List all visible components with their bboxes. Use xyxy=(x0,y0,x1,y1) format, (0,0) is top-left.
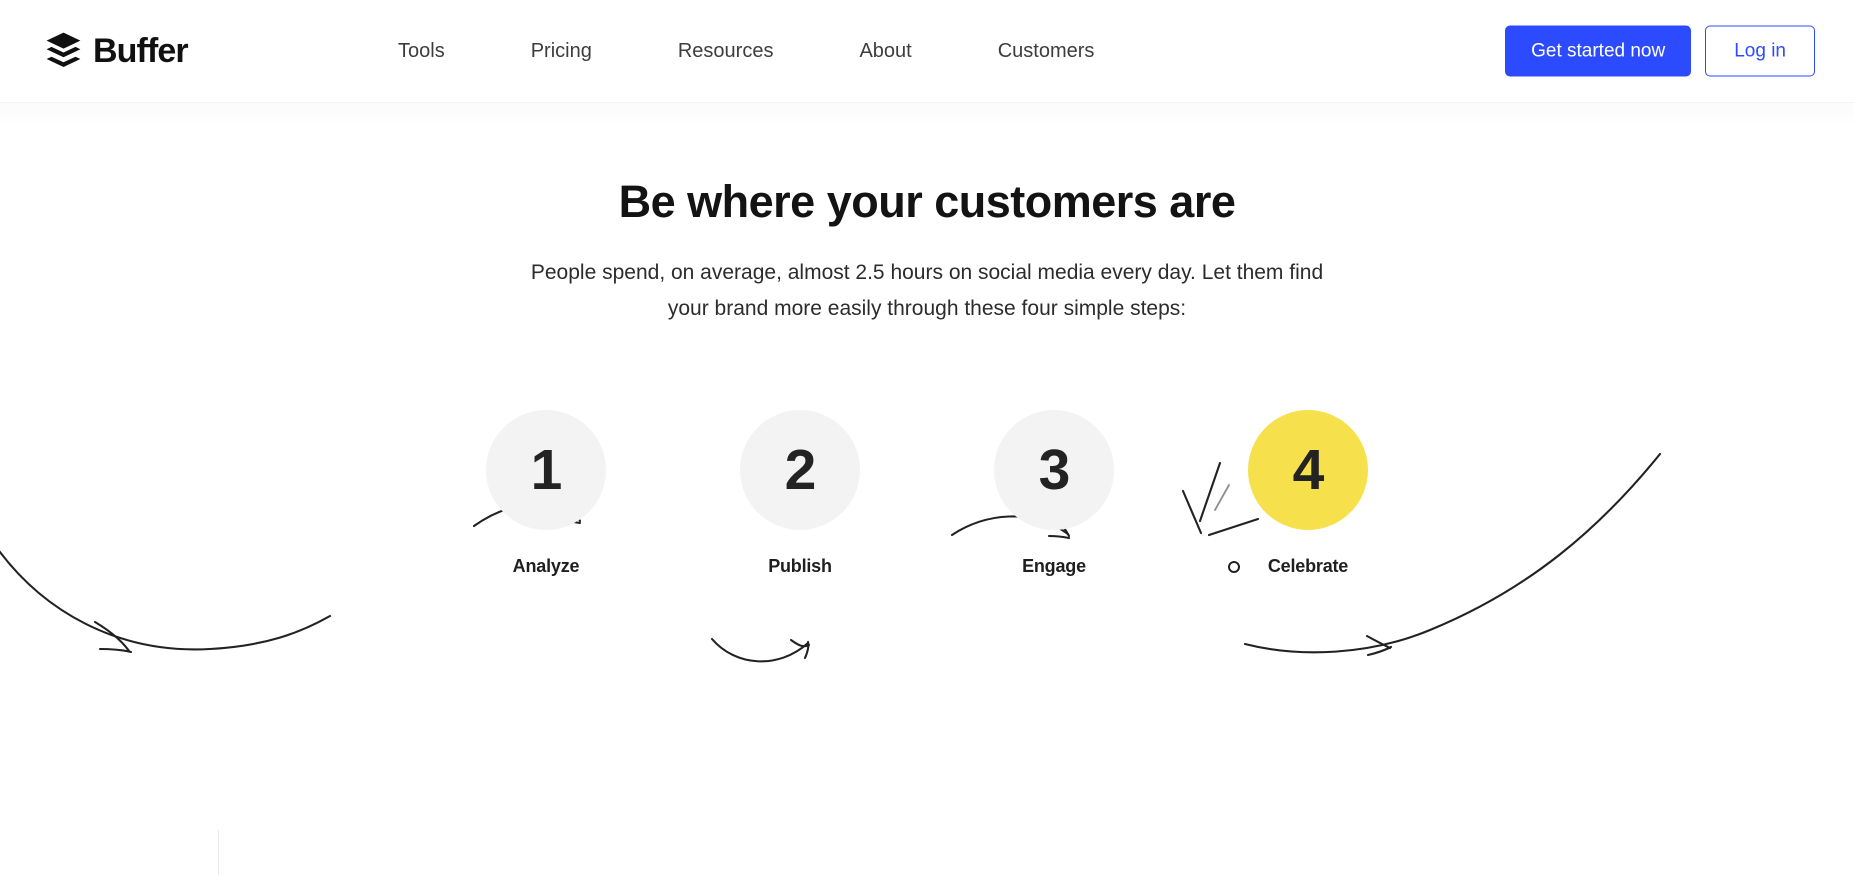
nav-item-about[interactable]: About xyxy=(859,31,911,71)
curved-arrow-two-to-three-icon xyxy=(710,637,811,663)
nav-item-tools[interactable]: Tools xyxy=(398,31,445,71)
step-item-celebrate[interactable]: 4 Celebrate xyxy=(1226,410,1390,577)
buffer-stacked-layers-icon xyxy=(45,31,82,71)
nav-item-pricing[interactable]: Pricing xyxy=(531,31,592,71)
step-item-engage[interactable]: 3 Engage xyxy=(972,410,1136,577)
page-root: Buffer Tools Pricing Resources About Cus… xyxy=(0,0,1854,875)
header-shadow-fade xyxy=(0,103,1854,125)
log-in-button[interactable]: Log in xyxy=(1705,25,1815,77)
main-navigation: Tools Pricing Resources About Customers xyxy=(398,31,1094,71)
step-item-analyze[interactable]: 1 Analyze xyxy=(464,410,628,577)
step-number-badge: 2 xyxy=(740,410,860,530)
step-label: Analyze xyxy=(512,556,580,576)
step-label: Publish xyxy=(768,556,832,576)
step-number-badge: 4 xyxy=(1248,410,1368,530)
nav-item-customers[interactable]: Customers xyxy=(998,31,1095,71)
page-title: Be where your customers are xyxy=(618,176,1236,227)
step-label: Engage xyxy=(1022,556,1086,576)
get-started-button[interactable]: Get started now xyxy=(1505,25,1692,77)
steps-stage: 1 Analyze 2 Publish 3 Engage 4 Celebrate xyxy=(0,358,1854,758)
step-number-badge: 1 xyxy=(486,410,606,530)
nav-item-resources[interactable]: Resources xyxy=(678,31,774,71)
hero-section: Be where your customers are People spend… xyxy=(0,103,1854,875)
brand-name: Buffer xyxy=(93,32,189,70)
step-label: Celebrate xyxy=(1267,556,1349,576)
step-number-badge: 3 xyxy=(994,410,1114,530)
steps-row: 1 Analyze 2 Publish 3 Engage 4 Celebrate xyxy=(0,410,1854,577)
site-header: Buffer Tools Pricing Resources About Cus… xyxy=(0,0,1854,102)
section-divider-rule xyxy=(218,830,219,875)
step-item-publish[interactable]: 2 Publish xyxy=(718,410,882,577)
hero-subtitle: People spend, on average, almost 2.5 hou… xyxy=(530,261,1324,321)
brand-logo-link[interactable]: Buffer xyxy=(45,31,189,71)
header-actions: Get started now Log in xyxy=(1505,25,1815,77)
